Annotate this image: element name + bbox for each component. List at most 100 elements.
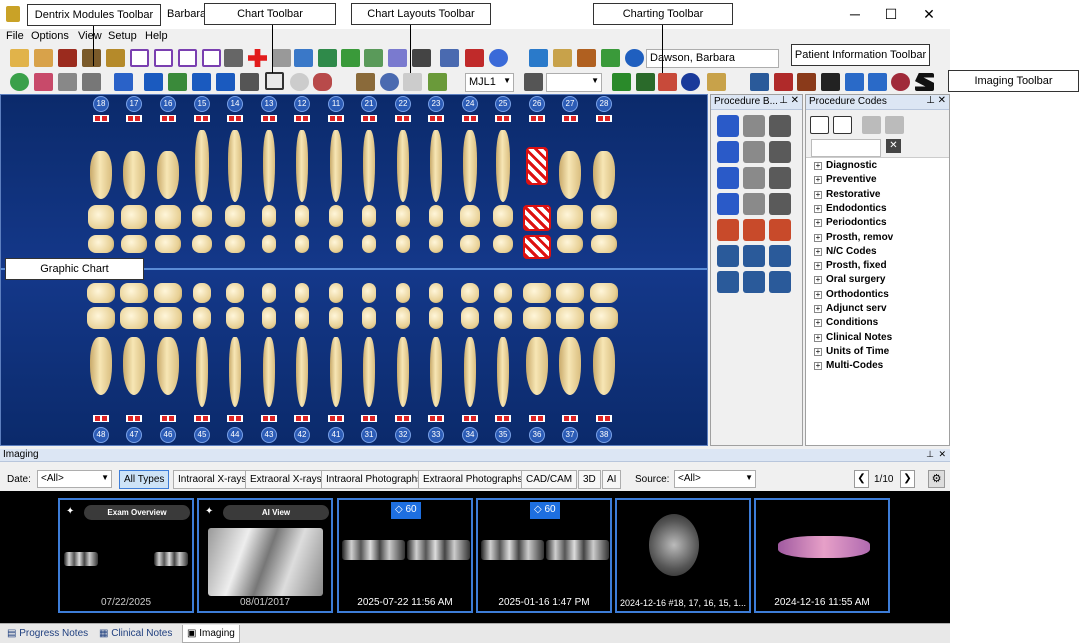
mirror-icon[interactable]: [144, 73, 163, 91]
tooth-number-lower[interactable]: 33: [428, 427, 444, 443]
quill-icon[interactable]: [168, 73, 187, 91]
filling-button-icon[interactable]: [743, 219, 765, 241]
tooth-number-upper[interactable]: 18: [93, 96, 109, 112]
portrait-icon[interactable]: [553, 49, 572, 67]
tooth-lower-buccal[interactable]: [523, 307, 551, 329]
filter-ai[interactable]: AI: [602, 470, 622, 489]
tooth-upper-occlusal[interactable]: [121, 235, 147, 253]
tooth-lower-root[interactable]: [497, 337, 509, 407]
tooth-lower-occlusal[interactable]: [461, 283, 479, 303]
tooth-lower-root[interactable]: [430, 337, 442, 407]
book-blue-icon[interactable]: [294, 49, 313, 67]
tooth-upper-root[interactable]: [430, 130, 442, 202]
wave2-button-icon[interactable]: [769, 271, 791, 293]
menu-options[interactable]: Options: [31, 30, 69, 42]
denture-button-icon[interactable]: [769, 167, 791, 189]
sealant-button-icon[interactable]: [717, 115, 739, 137]
tooth-number-upper[interactable]: 21: [361, 96, 377, 112]
procedure-category[interactable]: + Endodontics: [814, 203, 887, 214]
tooth-upper-buccal[interactable]: [329, 205, 343, 227]
thumb-exam-overview[interactable]: ✦ Exam Overview 07/22/2025: [58, 498, 194, 613]
chart-status-tx-icon[interactable]: [612, 73, 631, 91]
grid-red-icon[interactable]: [774, 73, 793, 91]
tooth-lower-root[interactable]: [397, 337, 409, 407]
implant-button-icon[interactable]: [717, 167, 739, 189]
tooth-lower-occlusal[interactable]: [396, 283, 410, 303]
expand-icon[interactable]: +: [814, 162, 822, 170]
tooth-number-lower[interactable]: 35: [495, 427, 511, 443]
info-icon[interactable]: [625, 49, 644, 67]
pin-icon[interactable]: ⊥: [779, 95, 788, 106]
perio-icon[interactable]: [82, 73, 101, 91]
tooth-number-lower[interactable]: 41: [328, 427, 344, 443]
tooth-lower-root[interactable]: [263, 337, 275, 407]
s-logo-icon[interactable]: [915, 73, 934, 91]
tooth-lower-occlusal[interactable]: [295, 283, 309, 303]
tooth-upper-occlusal[interactable]: [192, 235, 212, 253]
eraser-gray-icon[interactable]: [885, 116, 904, 134]
eraser-icon[interactable]: [34, 73, 53, 91]
procedure-category[interactable]: + Periodontics: [814, 217, 887, 228]
transfer-icon[interactable]: [601, 49, 620, 67]
expand-icon[interactable]: +: [814, 319, 822, 328]
frame-icon[interactable]: [797, 73, 816, 91]
tooth-lower-buccal[interactable]: [396, 307, 410, 329]
procedure-category[interactable]: + Prosth, remov: [814, 232, 893, 243]
pin-icon[interactable]: ⊥: [926, 95, 935, 106]
book-icon-2[interactable]: [707, 73, 726, 91]
gift-icon[interactable]: [465, 49, 484, 67]
gear-red-icon[interactable]: [891, 73, 910, 91]
fluoride-button-icon[interactable]: [769, 193, 791, 215]
tooth-upper-occlusal[interactable]: [225, 235, 245, 253]
refresh-icon[interactable]: [10, 73, 29, 91]
exam-button-icon[interactable]: [743, 115, 765, 137]
print-icon[interactable]: [58, 73, 77, 91]
tooth-upper-root[interactable]: [330, 130, 342, 202]
card-icon[interactable]: [130, 49, 149, 67]
tooth-upper-occlusal[interactable]: [591, 235, 617, 253]
chart-status-check-icon[interactable]: [681, 73, 700, 91]
tooth-lower-root[interactable]: [123, 337, 145, 395]
xray-icon[interactable]: [240, 73, 259, 91]
tooth-lower-root[interactable]: [363, 337, 375, 407]
plant-icon[interactable]: [428, 73, 447, 91]
prophy-button-icon[interactable]: [769, 115, 791, 137]
tooth-gray-icon[interactable]: [862, 116, 881, 134]
menu-setup[interactable]: Setup: [108, 30, 137, 42]
tooth-lower-occlusal[interactable]: [362, 283, 376, 303]
tooth-number-lower[interactable]: 43: [261, 427, 277, 443]
filter-intraoral-photos[interactable]: Intraoral Photographs: [321, 470, 428, 489]
patient-name-combo[interactable]: Dawson, Barbara: [646, 49, 779, 68]
expand-icon[interactable]: +: [814, 219, 822, 228]
tooth-lower-buccal[interactable]: [556, 307, 584, 329]
procedure-category[interactable]: + Multi-Codes: [814, 360, 883, 371]
tooth-upper-occlusal[interactable]: [429, 235, 443, 253]
tooth-lower-root[interactable]: [90, 337, 112, 395]
thumb-fmx-2[interactable]: ◇ 60 2025-01-16 1:47 PM: [476, 498, 612, 613]
tooth-number-upper[interactable]: 17: [126, 96, 142, 112]
tooth-lower-occlusal[interactable]: [523, 283, 551, 303]
tooth-upper-buccal[interactable]: [591, 205, 617, 229]
tooth-lower-root[interactable]: [330, 337, 342, 407]
chair-icon[interactable]: [82, 49, 101, 67]
photo-icon[interactable]: [577, 49, 596, 67]
tooth-number-upper[interactable]: 22: [395, 96, 411, 112]
tooth-upper-buccal[interactable]: [155, 205, 181, 229]
tooth-number-lower[interactable]: 36: [529, 427, 545, 443]
tooth-lower-occlusal[interactable]: [154, 283, 182, 303]
tooth-number-lower[interactable]: 42: [294, 427, 310, 443]
settings-gear-icon[interactable]: ⚙: [928, 470, 945, 488]
edit-icon[interactable]: [440, 49, 459, 67]
tooth-upper-buccal[interactable]: [88, 205, 114, 229]
grid-icon[interactable]: [224, 49, 243, 67]
tooth-upper-buccal[interactable]: [460, 205, 480, 227]
procedure-category[interactable]: + Diagnostic: [814, 160, 877, 171]
perio-button-icon[interactable]: [769, 245, 791, 267]
next-page-button[interactable]: ❯: [900, 470, 915, 488]
tooth-upper-occlusal[interactable]: [557, 235, 583, 253]
envelope-icon[interactable]: [178, 49, 197, 67]
tooth-lower-root[interactable]: [157, 337, 179, 395]
money-icon[interactable]: [341, 49, 360, 67]
tooth-upper-root[interactable]: [123, 151, 145, 199]
expand-icon[interactable]: +: [814, 290, 822, 299]
